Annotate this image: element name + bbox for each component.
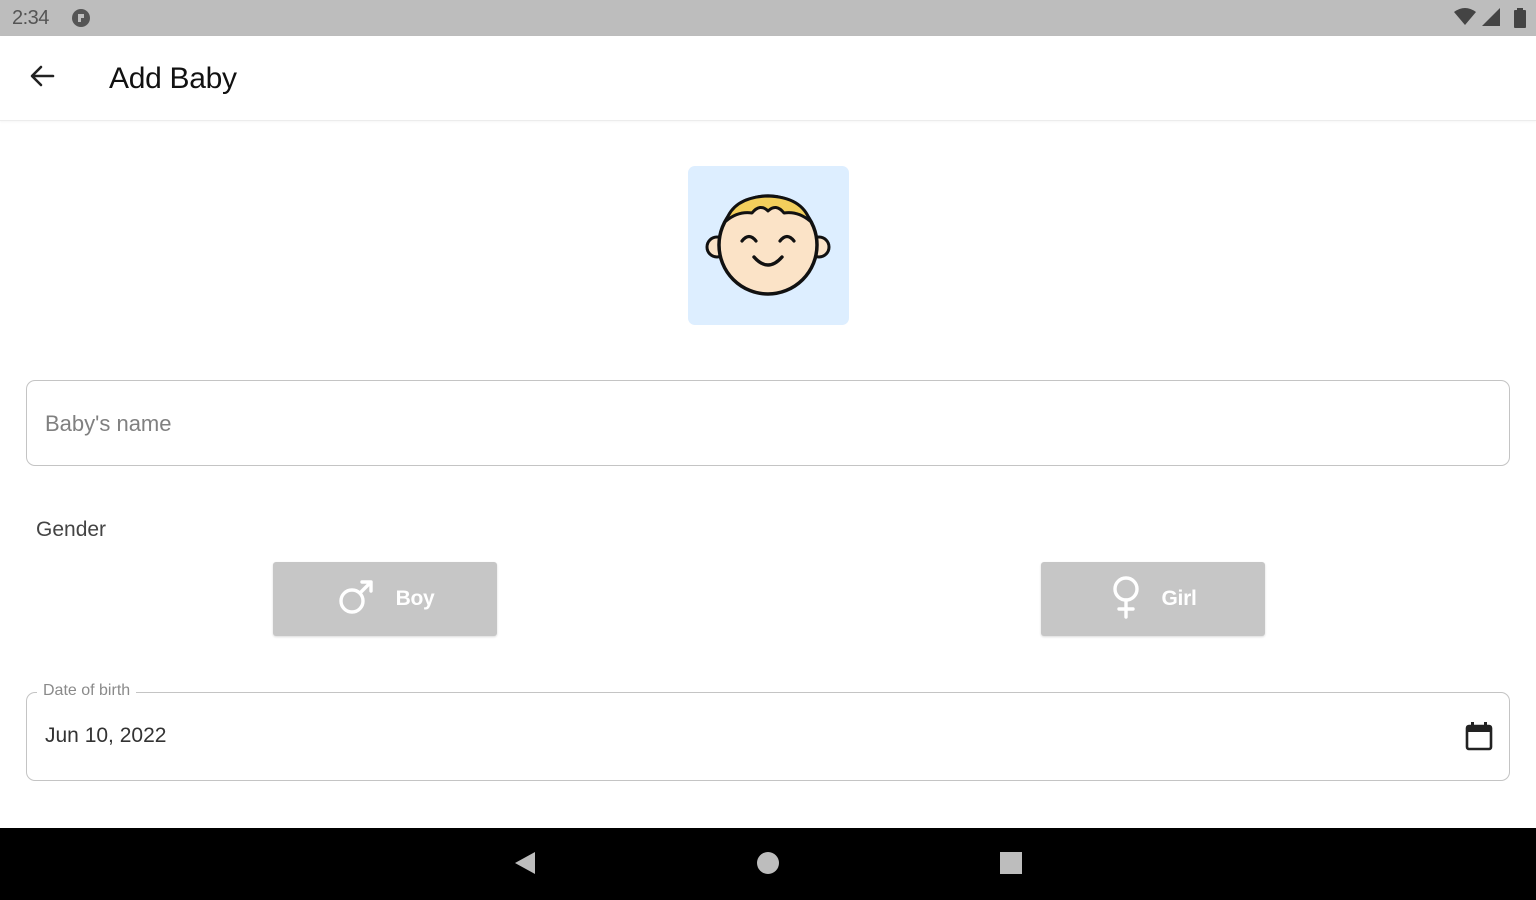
gender-girl-button[interactable]: Girl: [1041, 562, 1265, 636]
gender-label: Gender: [36, 518, 107, 541]
page-title: Add Baby: [109, 62, 237, 95]
arrow-left-icon: [28, 62, 56, 95]
nav-recents-button[interactable]: [994, 848, 1028, 882]
calendar-icon[interactable]: [1463, 720, 1495, 752]
back-triangle-icon: [511, 850, 537, 881]
gender-boy-button[interactable]: Boy: [273, 562, 497, 636]
back-button[interactable]: [22, 58, 62, 98]
female-symbol-icon: [1110, 575, 1142, 624]
status-bar: 2:34: [0, 0, 1536, 36]
baby-avatar-button[interactable]: [688, 166, 849, 325]
date-of-birth-label: Date of birth: [37, 680, 137, 702]
home-circle-icon: [755, 850, 781, 881]
gender-girl-label: Girl: [1161, 587, 1197, 610]
date-of-birth-field[interactable]: Date of birth Jun 10, 2022: [26, 680, 1510, 781]
male-symbol-icon: [336, 577, 376, 622]
baby-name-field[interactable]: [26, 380, 1510, 467]
nav-home-button[interactable]: [751, 848, 785, 882]
app-bar: Add Baby: [0, 36, 1536, 121]
notification-icon: [71, 8, 91, 33]
recents-square-icon: [998, 850, 1024, 881]
baby-name-input[interactable]: [43, 381, 1487, 467]
date-of-birth-value: Jun 10, 2022: [45, 724, 167, 747]
navigation-bar: [0, 828, 1536, 900]
status-time: 2:34: [12, 7, 49, 29]
nav-back-button[interactable]: [507, 848, 541, 882]
gender-boy-label: Boy: [395, 587, 435, 610]
